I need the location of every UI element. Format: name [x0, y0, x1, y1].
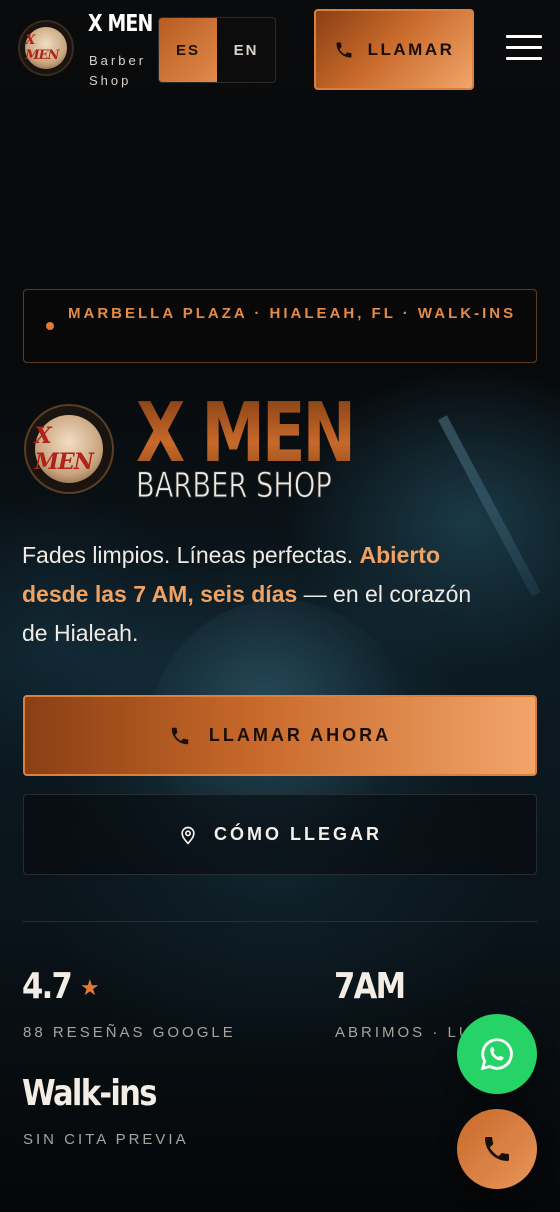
header-call-label: LLAMAR [367, 39, 455, 59]
call-now-button[interactable]: LLAMAR AHORA [23, 695, 537, 776]
directions-label: CÓMO LLEGAR [214, 824, 382, 844]
hero-logo-image: X MEN [34, 414, 104, 484]
hero-logo-badge: X MEN [24, 404, 114, 494]
brand-subtitle: Barber Shop [89, 53, 147, 88]
floating-call-button[interactable] [457, 1109, 537, 1189]
phone-icon [485, 1137, 509, 1161]
lang-en-button[interactable]: EN [217, 18, 275, 82]
star-icon: ★ [80, 975, 100, 1000]
stat-walkins-value: Walk-ins [22, 1073, 157, 1114]
status-dot-icon [46, 322, 54, 330]
whatsapp-icon [480, 1038, 513, 1071]
language-switcher: ES EN [158, 17, 276, 83]
phone-icon [336, 42, 352, 57]
header-call-button[interactable]: LLAMAR [314, 9, 474, 90]
brand-title[interactable]: X MEN [88, 11, 153, 37]
stat-open-value: 7AM [334, 966, 406, 1007]
tagline-start: Fades limpios. Líneas perfectas. [22, 542, 360, 568]
call-now-label: LLAMAR AHORA [208, 725, 392, 745]
lang-es-button[interactable]: ES [159, 18, 217, 82]
hamburger-menu-icon[interactable] [506, 35, 542, 65]
stat-walkins-label: SIN CITA PREVIA [23, 1131, 189, 1148]
hero-logo-subtitle: BARBER SHOP [136, 466, 333, 507]
logo-badge[interactable]: X MEN [18, 20, 74, 76]
logo-image: X MEN [25, 27, 67, 69]
phone-icon [171, 727, 189, 744]
divider [23, 921, 537, 922]
whatsapp-button[interactable] [457, 1014, 537, 1094]
directions-button[interactable]: CÓMO LLEGAR [23, 794, 537, 875]
stat-rating-label: 88 RESEÑAS GOOGLE [23, 1024, 236, 1041]
site-header: X MEN X MEN Barber Shop ES EN LLAMAR [0, 0, 560, 100]
location-text: MARBELLA PLAZA · HIALEAH, FL · WALK-INS [68, 305, 517, 322]
hero-tagline: Fades limpios. Líneas perfectas. Abierto… [22, 536, 502, 653]
location-badge: MARBELLA PLAZA · HIALEAH, FL · WALK-INS [23, 289, 537, 363]
map-pin-icon [181, 826, 195, 844]
stat-rating-value: 4.7 [22, 966, 73, 1007]
